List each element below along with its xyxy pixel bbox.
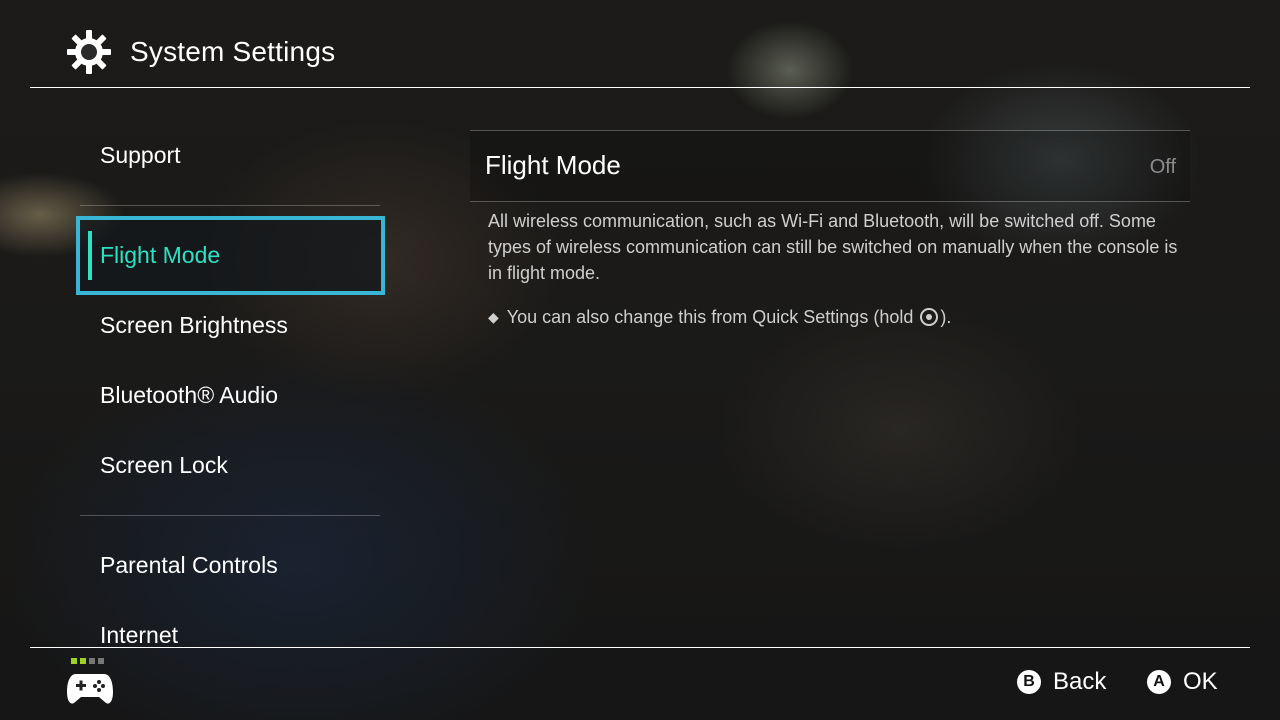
sidebar-item-label: Flight Mode: [100, 242, 221, 268]
sidebar-item-internet[interactable]: Internet: [80, 600, 385, 670]
sidebar-item-flight-mode[interactable]: Flight Mode: [76, 216, 385, 295]
detail-hint: ◆ You can also change this from Quick Se…: [488, 304, 951, 330]
sidebar-item-bluetooth-audio[interactable]: Bluetooth® Audio: [80, 360, 385, 430]
sidebar-divider: [80, 205, 380, 206]
sidebar-item-parental-controls[interactable]: Parental Controls: [80, 530, 385, 600]
header-divider: [30, 87, 1250, 88]
gear-icon: [65, 28, 113, 76]
back-button[interactable]: B Back: [1017, 668, 1106, 696]
sidebar-item-label: Internet: [100, 621, 178, 648]
detail-title: Flight Mode: [485, 150, 621, 180]
sidebar-divider: [80, 515, 380, 516]
sidebar-item-label: Bluetooth® Audio: [100, 381, 279, 408]
ok-button-label: OK: [1183, 668, 1218, 695]
controller-icon: [66, 658, 114, 708]
sidebar-item-label: Screen Lock: [100, 451, 228, 478]
ok-button[interactable]: A OK: [1147, 668, 1218, 696]
system-settings-screen: System Settings Support Flight Mode Scre…: [0, 0, 1280, 720]
a-button-icon: A: [1147, 670, 1171, 694]
b-button-icon: B: [1017, 670, 1041, 694]
sidebar-item-screen-brightness[interactable]: Screen Brightness: [80, 290, 385, 360]
diamond-bullet-icon: ◆: [488, 309, 499, 325]
detail-description: All wireless communication, such as Wi-F…: [488, 211, 1178, 283]
back-button-label: Back: [1053, 668, 1107, 695]
sidebar-item-label: Parental Controls: [100, 551, 278, 578]
hint-text-end: ).: [940, 307, 952, 327]
footer-divider: [30, 647, 1250, 648]
page-title: System Settings: [130, 36, 336, 67]
sidebar-item-screen-lock[interactable]: Screen Lock: [80, 430, 385, 500]
hint-text: You can also change this from Quick Sett…: [506, 307, 914, 327]
sidebar-item-label: Support: [100, 141, 181, 168]
sidebar-item-label: Screen Brightness: [100, 311, 288, 338]
detail-row-divider: [470, 201, 1190, 202]
home-button-icon: [920, 308, 939, 326]
selection-accent-bar: [88, 231, 92, 280]
sidebar-item-support[interactable]: Support: [80, 120, 385, 190]
flight-mode-value: Off: [1149, 156, 1176, 178]
header: System Settings: [65, 28, 335, 76]
